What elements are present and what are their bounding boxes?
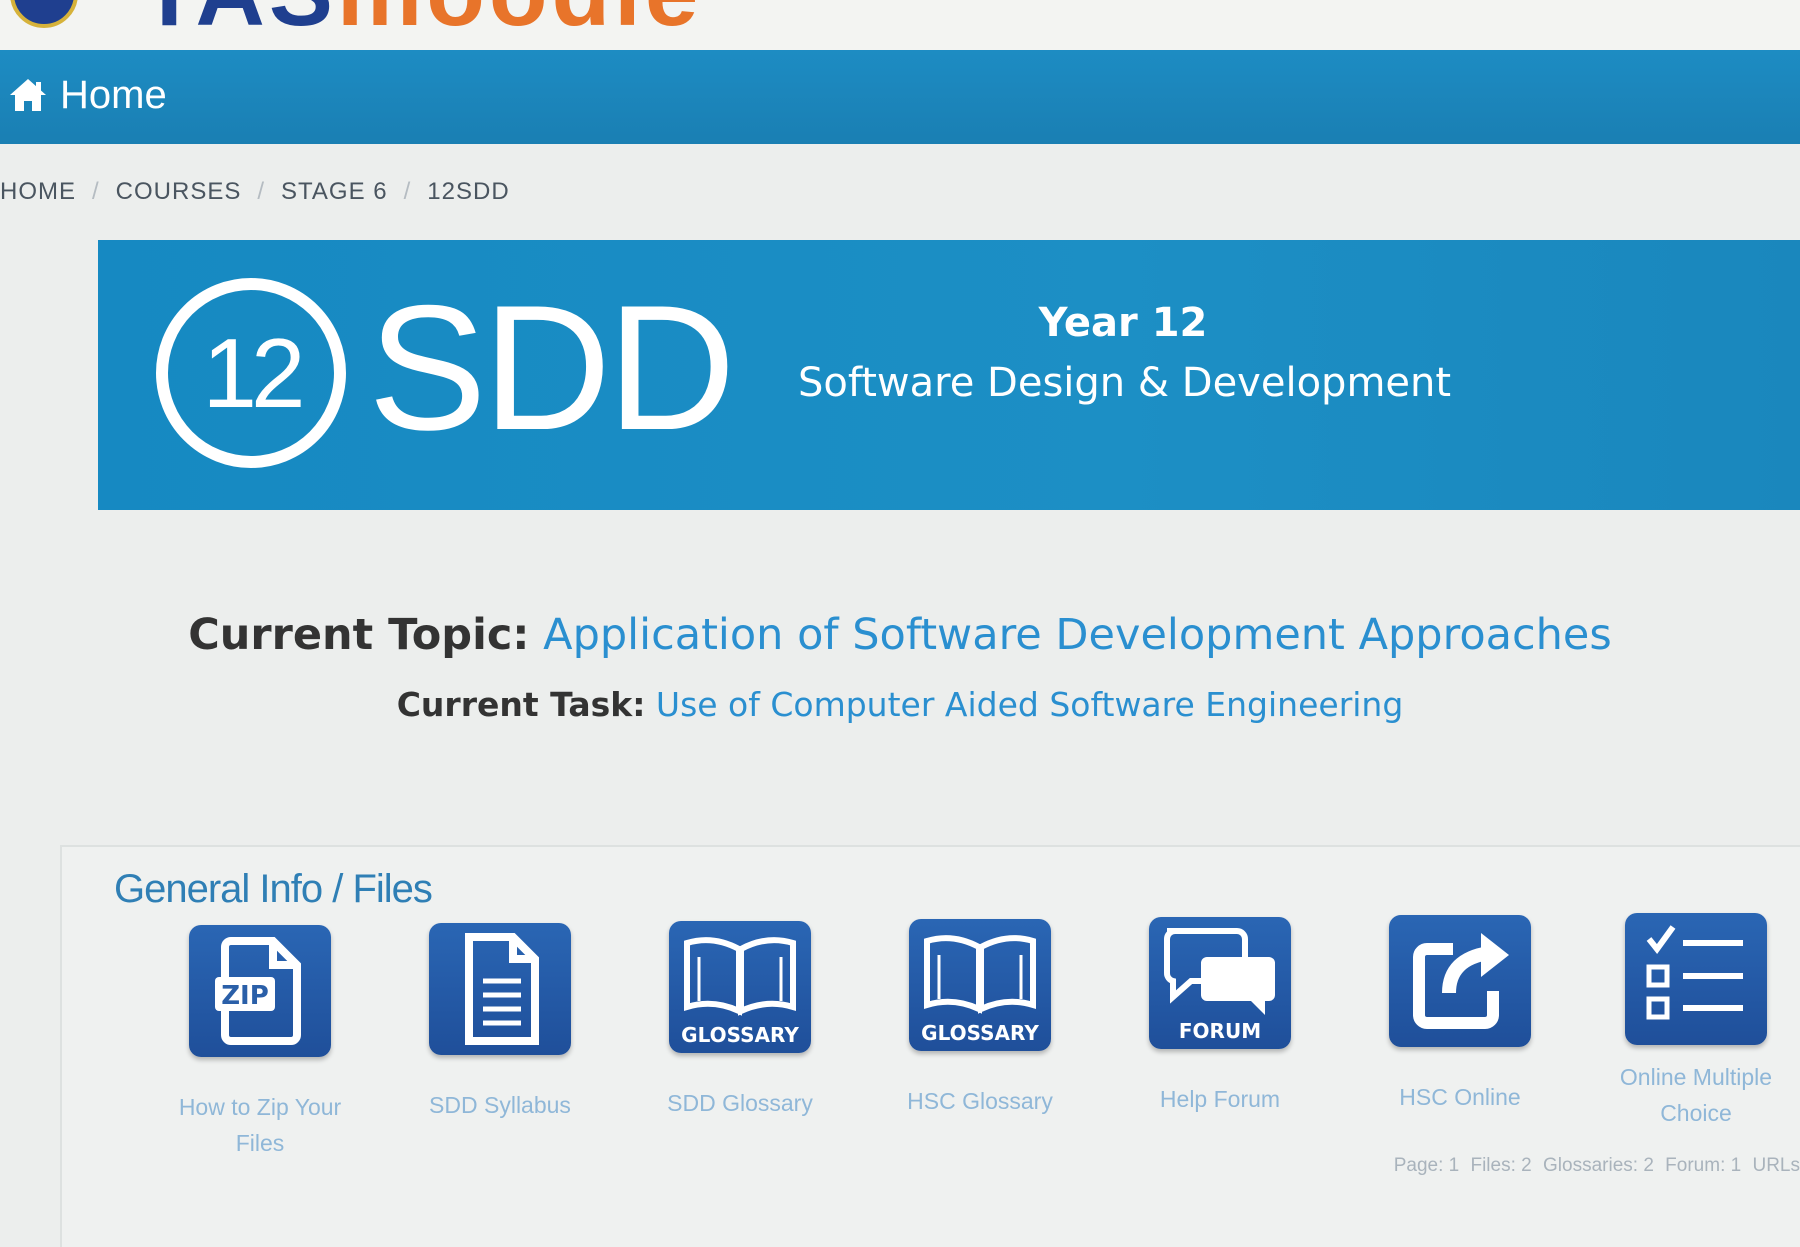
tile-how-to-zip[interactable]: ZIP How to Zip Your Files [160, 925, 360, 1161]
breadcrumb-separator: / [92, 178, 100, 205]
tile-caption: How to Zip Your Files [178, 1094, 342, 1156]
glossary-icon-word: GLOSSARY [921, 1021, 1039, 1045]
tile-caption: HSC Online [1399, 1084, 1521, 1110]
glossary-book-icon: GLOSSARY [909, 919, 1051, 1051]
general-info-section: General Info / Files ZIP How to Zip Your… [60, 845, 1800, 1247]
tile-online-multiple-choice[interactable]: Online Multiple Choice [1596, 913, 1796, 1131]
current-task: Current Task: Use of Computer Aided Soft… [0, 685, 1800, 724]
document-icon [429, 923, 571, 1055]
tile-hsc-online[interactable]: HSC Online [1360, 915, 1560, 1115]
home-icon [10, 79, 46, 111]
breadcrumb-stage-6[interactable]: STAGE 6 [281, 178, 388, 206]
glossary-book-icon: GLOSSARY [669, 921, 811, 1053]
current-task-label: Current Task: [396, 685, 646, 724]
course-banner: 12 SDD Year 12 Software Design & Develop… [98, 240, 1800, 510]
nav-home-label: Home [60, 72, 167, 117]
site-logo[interactable]: TASmoodle [140, 0, 702, 48]
checklist-icon [1625, 913, 1767, 1045]
stat-glossaries: Glossaries: 2 [1543, 1155, 1654, 1176]
tile-caption: Help Forum [1159, 1086, 1281, 1112]
activity-stats: Page: 1 Files: 2 Glossaries: 2 Forum: 1 … [1388, 1155, 1800, 1177]
nav-home-link[interactable]: Home [8, 70, 167, 120]
breadcrumb-courses[interactable]: COURSES [116, 178, 242, 206]
svg-text:ZIP: ZIP [221, 981, 269, 1011]
forum-icon-word: FORUM [1178, 1019, 1262, 1043]
breadcrumb-separator: / [403, 178, 412, 205]
tile-hsc-glossary[interactable]: GLOSSARY HSC Glossary [880, 919, 1080, 1119]
site-logo-strip: TASmoodle [0, 0, 1800, 50]
external-link-icon [1389, 915, 1531, 1047]
stat-forum: Forum: 1 [1665, 1155, 1742, 1176]
top-navbar: Home [0, 50, 1800, 144]
breadcrumb: HOME / COURSES / STAGE 6 / 12SDD [0, 172, 510, 212]
logo-text-moodle: moodle [337, 0, 702, 46]
course-year: Year 12 [1038, 300, 1208, 346]
current-task-link[interactable]: Use of Computer Aided Software Engineeri… [656, 685, 1403, 724]
school-crest-icon [10, 0, 78, 28]
year-badge: 12 [156, 278, 346, 468]
breadcrumb-12sdd[interactable]: 12SDD [427, 178, 509, 206]
tile-caption: Online Multiple Choice [1619, 1064, 1773, 1126]
section-title: General Info / Files [114, 867, 433, 911]
current-topic: Current Topic: Application of Software D… [0, 610, 1800, 660]
breadcrumb-separator: / [257, 178, 266, 205]
forum-icon: FORUM [1149, 917, 1291, 1049]
tile-caption: SDD Glossary [667, 1090, 813, 1116]
tile-sdd-syllabus[interactable]: SDD Syllabus [400, 923, 600, 1123]
glossary-icon-word: GLOSSARY [681, 1023, 799, 1047]
breadcrumb-home[interactable]: HOME [0, 178, 76, 206]
stat-urls: URLs [1752, 1155, 1800, 1176]
tile-caption: SDD Syllabus [429, 1092, 571, 1118]
course-code: SDD [368, 268, 736, 467]
tile-sdd-glossary[interactable]: GLOSSARY SDD Glossary [640, 921, 840, 1121]
course-name: Software Design & Development [798, 360, 1452, 406]
zip-file-icon: ZIP [189, 925, 331, 1057]
current-topic-label: Current Topic: [188, 610, 530, 660]
stat-files: Files: 2 [1470, 1155, 1532, 1176]
tile-caption: HSC Glossary [907, 1088, 1053, 1114]
current-topic-link[interactable]: Application of Software Development Appr… [543, 610, 1612, 660]
tile-help-forum[interactable]: FORUM Help Forum [1120, 917, 1320, 1117]
logo-text-tas: TAS [140, 0, 337, 46]
stat-pages: Page: 1 [1393, 1155, 1460, 1176]
